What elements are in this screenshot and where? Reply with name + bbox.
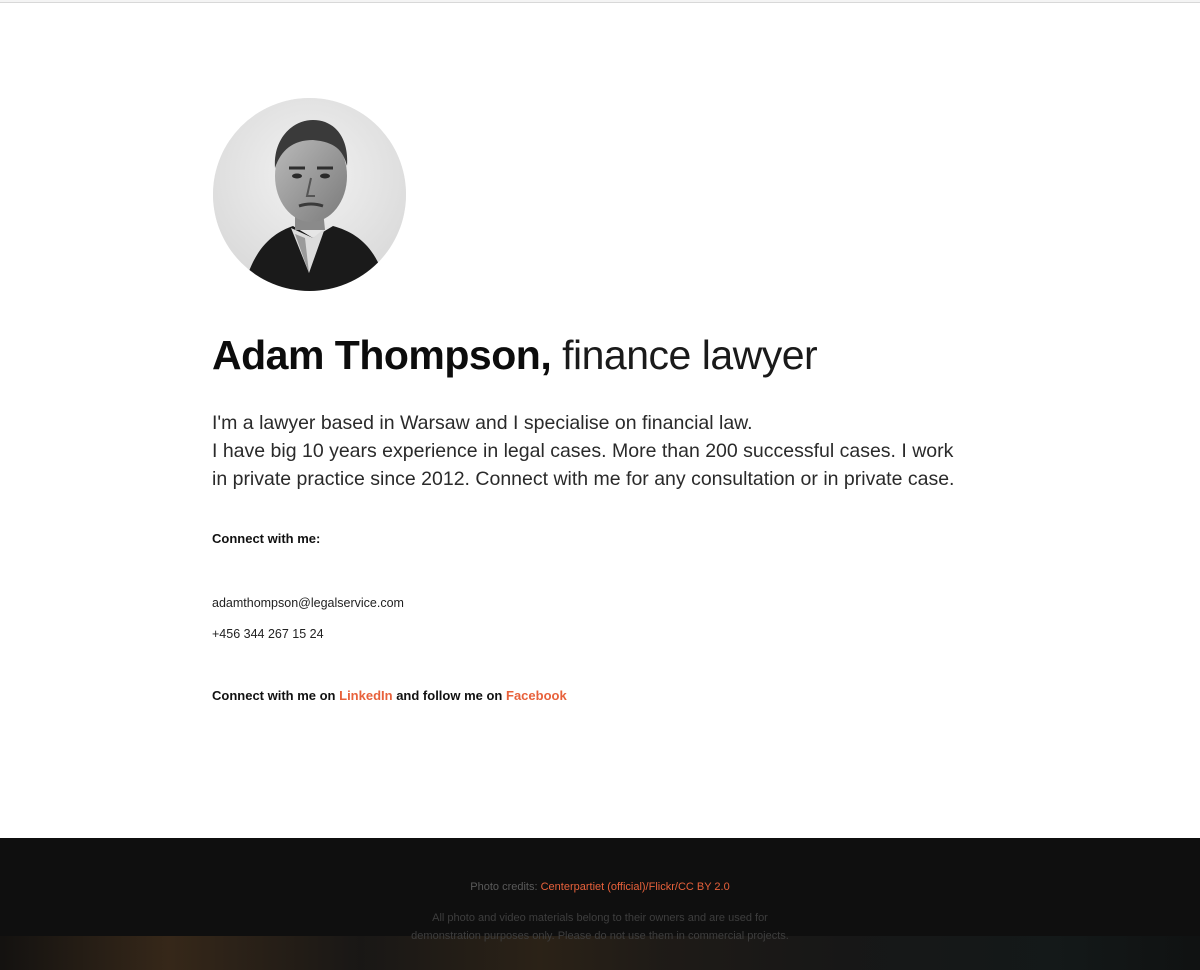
- phone-text: +456 344 267 15 24: [212, 627, 324, 641]
- footer: Photo credits: Centerpartiet (official)/…: [0, 838, 1200, 970]
- facebook-link[interactable]: Facebook: [506, 688, 567, 703]
- social-middle: and follow me on: [396, 688, 503, 703]
- person-name: Adam Thompson,: [212, 332, 552, 378]
- portrait-image: [213, 98, 406, 291]
- disclaimer-line: All photo and video materials belong to …: [432, 912, 768, 924]
- page-title: Adam Thompson, finance lawyer: [212, 331, 818, 379]
- email-text: adamthompson@legalservice.com: [212, 596, 404, 610]
- social-links: Connect with me on LinkedIn and follow m…: [212, 688, 567, 703]
- bio-text: I'm a lawyer based in Warsaw and I speci…: [212, 409, 972, 493]
- browser-top-edge: [0, 0, 1200, 3]
- photo-credits: Photo credits: Centerpartiet (official)/…: [0, 881, 1200, 893]
- disclaimer-line: demonstration purposes only. Please do n…: [411, 930, 789, 942]
- credits-label: Photo credits:: [470, 881, 538, 893]
- credits-link[interactable]: Centerpartiet (official)/Flickr/CC BY 2.…: [541, 881, 730, 893]
- connect-label: Connect with me:: [212, 531, 321, 546]
- disclaimer: All photo and video materials belong to …: [0, 909, 1200, 945]
- social-prefix: Connect with me on: [212, 688, 336, 703]
- person-role: finance lawyer: [562, 332, 818, 378]
- bio-line: I have big 10 years experience in legal …: [212, 440, 955, 490]
- profile-photo: [213, 98, 406, 291]
- bio-line: I'm a lawyer based in Warsaw and I speci…: [212, 412, 753, 434]
- linkedin-link[interactable]: LinkedIn: [339, 688, 392, 703]
